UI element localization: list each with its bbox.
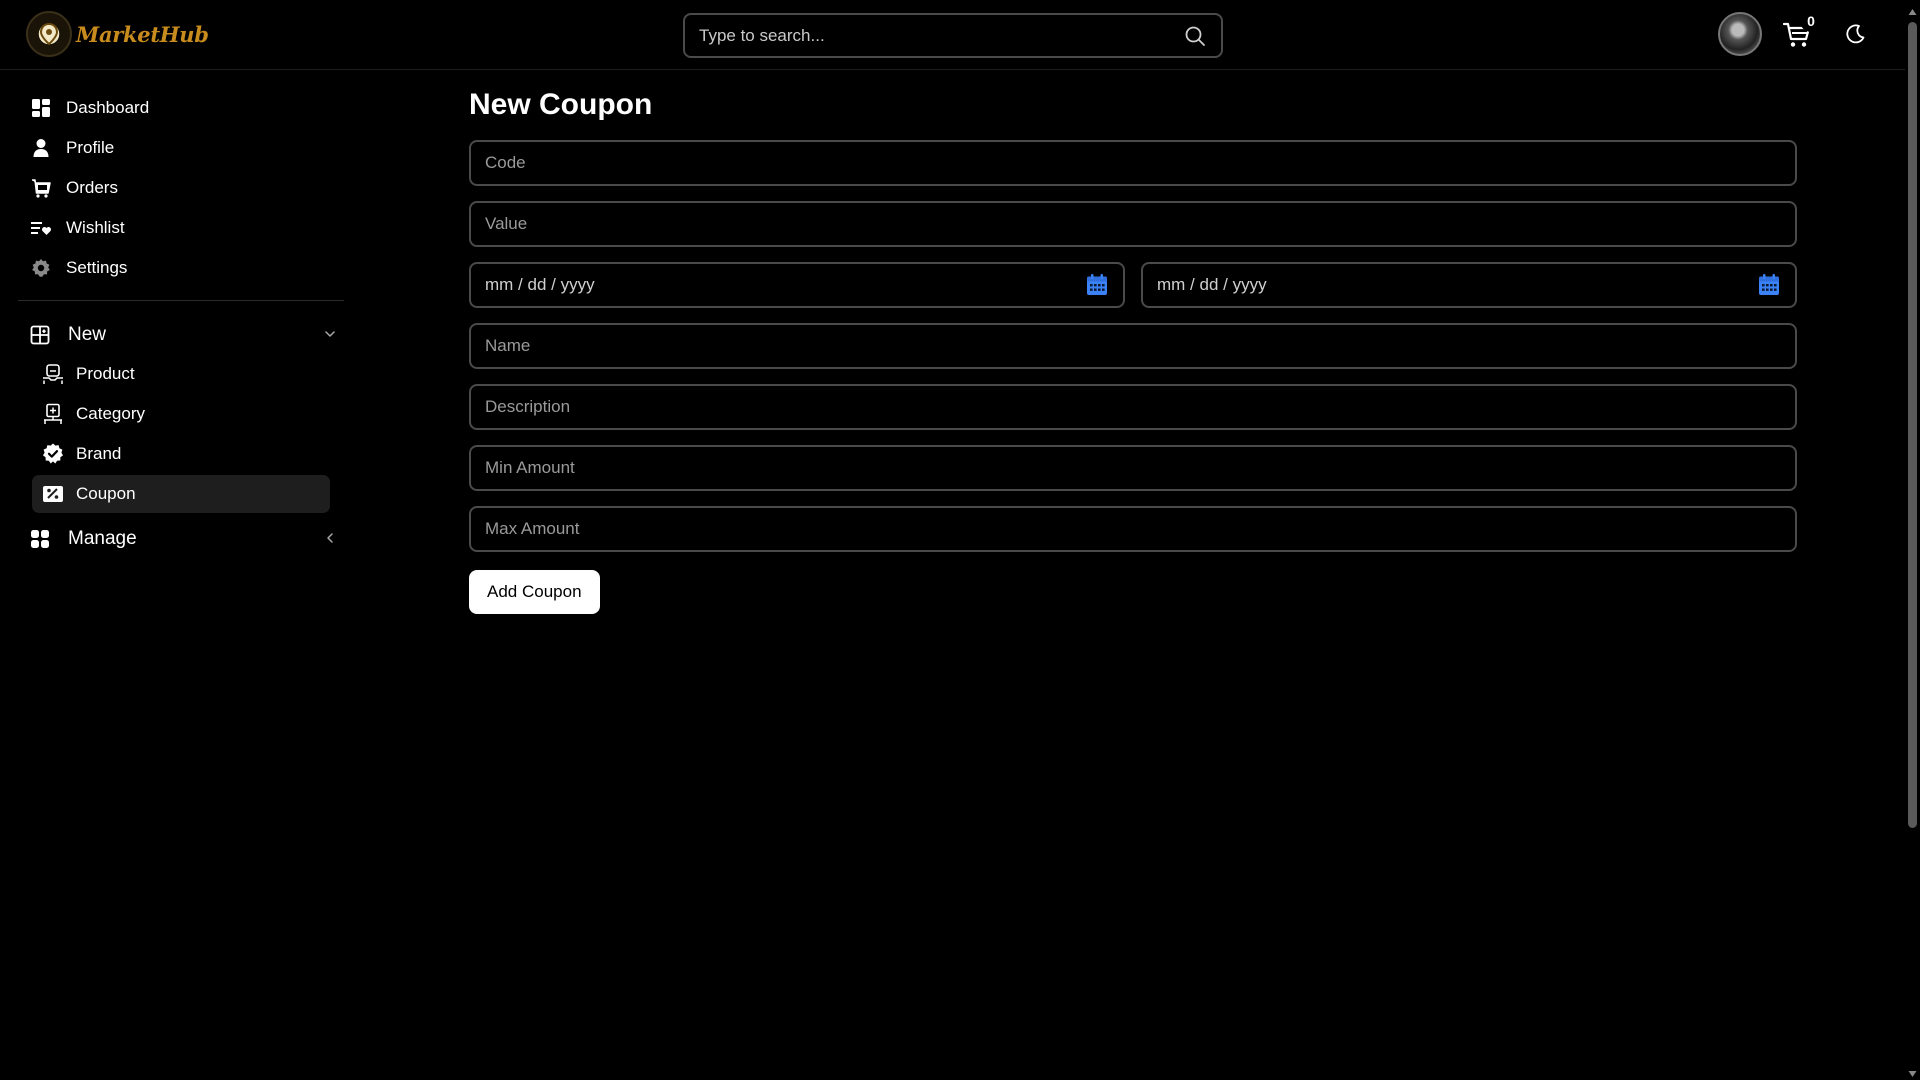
date-range-row: mm / dd / yyyy mm / dd / yyyy <box>469 262 1797 308</box>
sidebar-item-label: Profile <box>66 138 115 157</box>
brand-name: MarketHub <box>76 21 209 47</box>
name-field[interactable] <box>469 323 1797 369</box>
app-root: MarketHub 0 <box>0 0 1920 1080</box>
avatar[interactable] <box>1718 12 1762 56</box>
search-box[interactable] <box>683 13 1223 58</box>
chevron-left-icon <box>324 531 336 549</box>
scroll-down-arrow-icon[interactable] <box>1908 1066 1917 1077</box>
moon-icon[interactable] <box>1844 23 1868 47</box>
name-input[interactable] <box>485 336 1781 356</box>
value-field[interactable] <box>469 201 1797 247</box>
sidebar-item-label: Dashboard <box>66 98 150 117</box>
new-grid-icon <box>28 323 52 347</box>
end-date-field[interactable]: mm / dd / yyyy <box>1141 262 1797 308</box>
calendar-icon[interactable] <box>1757 273 1781 297</box>
search-input[interactable] <box>699 25 1183 46</box>
chevron-down-icon <box>324 327 336 345</box>
sidebar-divider <box>18 300 344 301</box>
sidebar-item-orders[interactable]: Orders <box>18 168 344 208</box>
description-input[interactable] <box>485 397 1781 417</box>
value-input[interactable] <box>485 214 1781 234</box>
scroll-thumb[interactable] <box>1908 22 1917 828</box>
sidebar-item-label: Brand <box>76 444 122 463</box>
sidebar-item-label: Product <box>76 364 135 383</box>
sidebar-item-category[interactable]: Category <box>32 395 330 433</box>
sidebar-item-profile[interactable]: Profile <box>18 128 344 168</box>
cart-icon <box>30 177 52 199</box>
sidebar-item-brand[interactable]: Brand <box>32 435 330 473</box>
max-amount-field[interactable] <box>469 506 1797 552</box>
sidebar-group-label: Manage <box>68 528 137 549</box>
search-icon[interactable] <box>1183 24 1207 48</box>
sidebar-group-manage[interactable]: Manage <box>18 519 344 559</box>
sidebar-item-label: Wishlist <box>66 218 125 237</box>
sidebar-item-label: Orders <box>66 178 118 197</box>
max-amount-input[interactable] <box>485 519 1781 539</box>
min-amount-field[interactable] <box>469 445 1797 491</box>
page-title: New Coupon <box>469 88 653 121</box>
add-coupon-button[interactable]: Add Coupon <box>469 570 600 614</box>
brand-badge-icon <box>42 443 64 465</box>
product-icon <box>42 363 64 385</box>
scrollbar[interactable] <box>1905 0 1920 1080</box>
sidebar-item-settings[interactable]: Settings <box>18 248 344 288</box>
end-date-placeholder: mm / dd / yyyy <box>1157 275 1267 294</box>
category-icon <box>42 403 64 425</box>
manage-grid-icon <box>28 527 52 551</box>
code-input[interactable] <box>485 153 1781 173</box>
scroll-up-arrow-icon[interactable] <box>1908 4 1917 15</box>
coupon-form: New Coupon mm / dd / yyyy <box>469 86 1797 614</box>
dashboard-icon <box>30 97 52 119</box>
sidebar-item-coupon[interactable]: Coupon <box>32 475 330 513</box>
description-field[interactable] <box>469 384 1797 430</box>
wishlist-icon <box>30 217 52 239</box>
sidebar-item-wishlist[interactable]: Wishlist <box>18 208 344 248</box>
cart-count-badge: 0 <box>1800 10 1822 32</box>
sidebar-item-dashboard[interactable]: Dashboard <box>18 88 344 128</box>
calendar-icon[interactable] <box>1085 273 1109 297</box>
code-field[interactable] <box>469 140 1797 186</box>
sidebar-group-label: New <box>68 324 107 345</box>
min-amount-input[interactable] <box>485 458 1781 478</box>
gear-icon <box>30 257 52 279</box>
brand-logo-icon <box>26 11 72 57</box>
start-date-placeholder: mm / dd / yyyy <box>485 275 595 294</box>
start-date-field[interactable]: mm / dd / yyyy <box>469 262 1125 308</box>
sidebar-item-label: Category <box>76 404 145 423</box>
sidebar-item-label: Settings <box>66 258 128 277</box>
top-bar: MarketHub 0 <box>0 0 1905 70</box>
brand[interactable]: MarketHub <box>26 11 209 57</box>
coupon-icon <box>42 483 64 505</box>
sidebar: Dashboard Profile Orders Wishlist Settin… <box>18 88 344 559</box>
user-icon <box>30 137 52 159</box>
sidebar-item-label: Coupon <box>76 484 136 503</box>
sidebar-group-new[interactable]: New <box>18 315 344 355</box>
sidebar-item-product[interactable]: Product <box>32 355 330 393</box>
